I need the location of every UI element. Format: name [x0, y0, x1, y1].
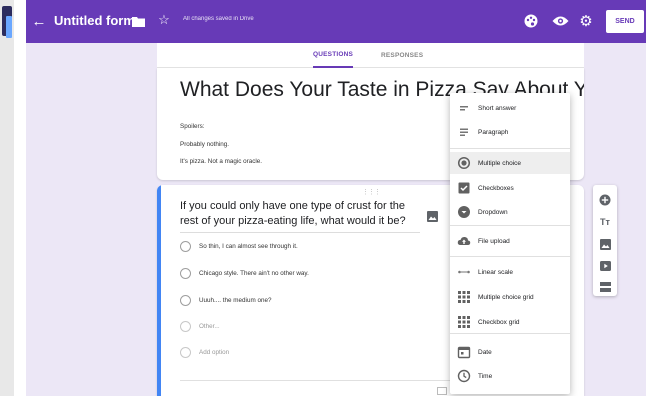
- left-window-strip: [0, 0, 14, 396]
- app-icon: [2, 6, 12, 38]
- option-row[interactable]: Chicago style. There ain't no other way.: [180, 266, 309, 280]
- form-description-line: It's pizza. Not a magic oracle.: [180, 158, 263, 165]
- palette-icon[interactable]: [522, 12, 540, 30]
- menu-item-checkboxes[interactable]: Checkboxes: [450, 177, 570, 199]
- menu-item-multiple-choice[interactable]: Multiple choice: [450, 152, 570, 174]
- save-status: All changes saved in Drive: [183, 16, 254, 22]
- short-answer-icon: [457, 101, 471, 115]
- option-label[interactable]: Chicago style. There ain't no other way.: [199, 270, 309, 277]
- folder-icon[interactable]: [131, 14, 145, 28]
- back-arrow-icon[interactable]: ←: [30, 12, 48, 30]
- option-row[interactable]: Uuuh.... the medium one?: [180, 293, 271, 307]
- send-button[interactable]: SEND: [606, 10, 644, 33]
- menu-item-label: Date: [478, 348, 492, 356]
- add-image-icon[interactable]: [598, 237, 612, 251]
- radio-button[interactable]: [180, 294, 191, 306]
- menu-item-label: File upload: [478, 237, 510, 245]
- option-label[interactable]: So thin, I can almost see through it.: [199, 243, 298, 250]
- tab-bar: QUESTIONS RESPONSES: [157, 43, 584, 68]
- question-type-menu[interactable]: Short answer Paragraph Multiple choice C…: [450, 93, 570, 394]
- add-option-row[interactable]: Add option: [180, 345, 229, 359]
- menu-item-linear-scale[interactable]: Linear scale: [450, 261, 570, 283]
- question-title-input[interactable]: If you could only have one type of crust…: [180, 199, 420, 233]
- radio-button[interactable]: [180, 267, 191, 279]
- calendar-icon: [457, 345, 471, 359]
- menu-item-label: Checkboxes: [478, 184, 514, 192]
- menu-item-short-answer[interactable]: Short answer: [450, 97, 570, 119]
- dropdown-icon: [457, 205, 471, 219]
- menu-item-label: Checkbox grid: [478, 318, 520, 326]
- add-image-icon[interactable]: [427, 209, 439, 222]
- menu-item-time[interactable]: Time: [450, 365, 570, 387]
- menu-item-label: Linear scale: [478, 268, 514, 276]
- menu-item-label: Short answer: [478, 104, 517, 112]
- form-description-line: Probably nothing.: [180, 141, 230, 148]
- add-section-icon[interactable]: [598, 280, 612, 294]
- add-option-label[interactable]: Add option: [199, 349, 229, 356]
- menu-divider: [450, 225, 570, 226]
- menu-item-dropdown[interactable]: Dropdown: [450, 201, 570, 223]
- tab-responses[interactable]: RESPONSES: [381, 43, 423, 68]
- gear-icon[interactable]: ⚙: [577, 12, 595, 30]
- add-title-icon[interactable]: Tт: [598, 215, 612, 229]
- radio-button[interactable]: [180, 240, 191, 252]
- clock-icon: [457, 369, 471, 383]
- menu-item-label: Time: [478, 372, 493, 380]
- duplicate-icon[interactable]: [437, 387, 447, 395]
- preview-eye-icon[interactable]: [550, 12, 570, 30]
- radio-button: [180, 346, 191, 358]
- form-description-line: Spoilers:: [180, 123, 205, 130]
- checkbox-grid-icon: [457, 315, 471, 329]
- menu-divider: [450, 256, 570, 257]
- menu-item-checkbox-grid[interactable]: Checkbox grid: [450, 311, 570, 333]
- form-name[interactable]: Untitled form: [54, 13, 135, 28]
- add-video-icon[interactable]: [598, 259, 612, 273]
- star-icon[interactable]: ☆: [156, 12, 172, 28]
- radio-button[interactable]: [180, 320, 191, 332]
- menu-item-label: Multiple choice: [478, 159, 521, 167]
- cloud-upload-icon: [457, 234, 471, 248]
- menu-divider: [450, 148, 570, 149]
- forms-editor: ← Untitled form ☆ All changes saved in D…: [26, 0, 646, 396]
- active-card-accent: [157, 185, 161, 396]
- menu-item-multiple-choice-grid[interactable]: Multiple choice grid: [450, 286, 570, 308]
- add-question-icon[interactable]: [598, 193, 612, 207]
- floating-toolbar: Tт: [593, 185, 617, 296]
- option-row[interactable]: So thin, I can almost see through it.: [180, 239, 298, 253]
- other-option-label[interactable]: Other...: [199, 323, 220, 330]
- menu-item-file-upload[interactable]: File upload: [450, 230, 570, 252]
- menu-item-paragraph[interactable]: Paragraph: [450, 121, 570, 143]
- menu-divider: [450, 333, 570, 334]
- top-app-bar: ← Untitled form ☆ All changes saved in D…: [26, 0, 646, 43]
- menu-item-date[interactable]: Date: [450, 341, 570, 363]
- other-option-row[interactable]: Other...: [180, 319, 220, 333]
- paragraph-icon: [457, 125, 471, 139]
- linear-scale-icon: [457, 265, 471, 279]
- checkbox-icon: [457, 181, 471, 195]
- menu-item-label: Dropdown: [478, 208, 508, 216]
- option-label[interactable]: Uuuh.... the medium one?: [199, 297, 271, 304]
- radio-button-icon: [457, 156, 471, 170]
- grid-icon: [457, 290, 471, 304]
- menu-item-label: Paragraph: [478, 128, 509, 136]
- drag-handle-icon[interactable]: ⋮⋮⋮: [362, 188, 381, 196]
- menu-item-label: Multiple choice grid: [478, 293, 534, 301]
- tab-questions[interactable]: QUESTIONS: [313, 43, 354, 68]
